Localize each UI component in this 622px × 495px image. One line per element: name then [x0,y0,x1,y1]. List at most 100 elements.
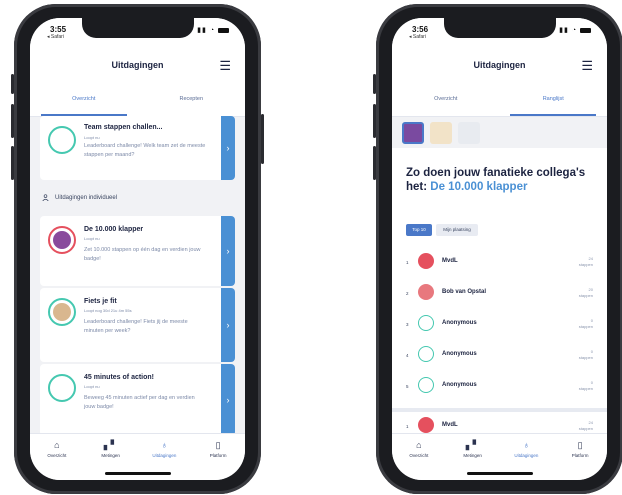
chevron-right-icon[interactable]: › [221,288,235,362]
document-icon: ▯ [577,440,583,450]
segment-top-10[interactable]: Top 10 [406,224,432,236]
score-value: 20 [588,287,593,292]
tab-bar: Overzicht Ranglijst [392,82,607,117]
badge-empty[interactable] [458,122,480,144]
nav-label: Uitdagingen [152,453,177,458]
bottom-navigation: ⌂ Overzicht ▖▘ Metingen ♁ Uitdagingen ▯ Plat… [30,433,245,480]
status-icons: ▮▮ ◔ [197,26,229,34]
power-button [261,114,264,164]
tab-recepten[interactable]: Recepten [138,82,246,116]
nav-uitdagingen[interactable]: ♁ Uitdagingen [138,440,192,458]
score-unit: stappen [578,386,593,391]
leaderboard-headline: Zo doen jouw fanatieke collega's het: De… [406,166,593,194]
nav-platform[interactable]: ▯ Platform [191,440,245,458]
nav-metingen[interactable]: ▖▘ Metingen [84,440,138,458]
score-value: 0 [590,318,593,323]
challenge-status: Loopt nu [84,236,100,241]
participant-name: MvdL [442,422,458,428]
challenge-progress-ring [48,374,76,402]
back-to-safari-link[interactable]: ◂ Safari [409,34,426,40]
challenge-badge-ring [48,298,76,326]
score-value: 0 [590,380,593,385]
back-to-safari-link[interactable]: ◂ Safari [47,34,64,40]
nav-uitdagingen[interactable]: ♁ Uitdagingen [500,440,554,458]
volume-up-button [11,104,14,138]
trophy-icon: ♁ [161,440,168,450]
leaderboard-row[interactable]: 4 Anonymous 0 stappen [406,343,593,369]
notch [81,18,194,38]
score-value: 24 [588,256,593,261]
challenge-progress-ring [48,126,76,154]
score-value: 24 [588,420,593,425]
volume-down-button [373,146,376,180]
score-value: 0 [590,349,593,354]
participant-name: Anonymous [442,382,477,388]
leaderboard-row[interactable]: 2 Bob van Opstal 20 stappen [406,281,593,307]
nav-label: Metingen [101,453,120,458]
badge-10000-klapper[interactable] [402,122,424,144]
person-icon [42,194,49,201]
badge-fiets-je-fit[interactable] [430,122,452,144]
nav-label: Platform [209,453,227,458]
challenge-status: Loopt nu [84,135,100,140]
page-title: Uitdagingen [111,60,164,70]
avatar-placeholder [418,377,434,393]
nav-label: Uitdagingen [514,453,539,458]
mute-switch [11,74,14,94]
leaderboard-row[interactable]: 5 Anonymous 0 stappen [406,374,593,400]
score-unit: stappen [578,293,593,298]
chevron-right-icon[interactable]: › [221,364,235,436]
status-icons: ▮▮ ◔ [559,26,591,34]
screen-left: 3:55 ◂ Safari ▮▮ ◔ Uitdagingen ☰ Overzic… [30,18,245,480]
wifi-icon: ◔ [571,27,578,34]
challenge-description: Zet 10.000 stappen op één dag en verdien… [84,247,201,262]
mute-switch [373,74,376,94]
nav-platform[interactable]: ▯ Platform [553,440,607,458]
hamburger-menu-icon[interactable]: ☰ [581,58,593,74]
nav-bar: Uitdagingen ☰ [30,44,245,82]
chevron-right-icon[interactable]: › [221,116,235,180]
tab-overzicht[interactable]: Overzicht [392,82,500,116]
leaderboard-panel: Zo doen jouw fanatieke collega's het: De… [392,148,607,448]
battery-icon [218,27,229,33]
score-unit: stappen [578,324,593,329]
phone-left: 3:55 ◂ Safari ▮▮ ◔ Uitdagingen ☰ Overzic… [11,4,264,494]
challenge-card-10000-klapper[interactable]: De 10.000 klapper Loopt nu Zet 10.000 st… [40,216,235,286]
participant-score: 0 stappen [579,349,593,361]
trophy-icon: ♁ [523,440,530,450]
tab-active-indicator [510,114,597,116]
rank: 1 [406,424,409,429]
score-unit: stappen [578,355,593,360]
nav-metingen[interactable]: ▖▘ Metingen [446,440,500,458]
home-indicator [466,472,533,475]
challenge-card-fiets-je-fit[interactable]: Fiets je fit Loopt nog 30d 21u 4m 55s Le… [40,288,235,362]
leaderboard-row[interactable]: 3 Anonymous 0 stappen [406,312,593,338]
rank: 1 [406,260,409,265]
chevron-right-icon[interactable]: › [221,216,235,286]
document-icon: ▯ [215,440,221,450]
challenge-description: Beweeg 45 minuten actief per dag en verd… [84,395,195,410]
bar-chart-icon: ▖▘ [465,440,480,450]
challenge-title: 45 minutes of action! [84,374,155,381]
rank: 5 [406,384,409,389]
challenge-card-team-stappen[interactable]: Team stappen challen... Loopt nu Leaderb… [40,116,235,180]
segment-mijn-plaatsing[interactable]: Mijn plaatsing [436,224,478,236]
challenge-title: De 10.000 klapper [84,226,144,233]
tab-overzicht[interactable]: Overzicht [30,82,138,116]
wifi-icon: ◔ [209,27,216,34]
tab-ranglijst[interactable]: Ranglijst [500,82,608,116]
signal-icon: ▮▮ [197,27,207,34]
challenge-card-45-minutes[interactable]: 45 minutes of action! Loopt nu Beweeg 45… [40,364,235,436]
nav-overzicht[interactable]: ⌂ Overzicht [392,440,446,458]
participant-score: 0 stappen [579,318,593,330]
hamburger-menu-icon[interactable]: ☰ [219,58,231,74]
participant-score: 0 stappen [579,380,593,392]
leaderboard-row[interactable]: 1 MvdL 24 stappen [406,250,593,276]
challenge-status: Loopt nu [84,384,100,389]
nav-label: Overzicht [47,453,67,458]
participant-score: 24 stappen [579,256,593,268]
tab-bar: Overzicht Recepten [30,82,245,117]
nav-overzicht[interactable]: ⌂ Overzicht [30,440,84,458]
nav-bar: Uitdagingen ☰ [392,44,607,82]
challenge-description: Leaderboard challenge! Fiets jij de mees… [84,319,188,334]
